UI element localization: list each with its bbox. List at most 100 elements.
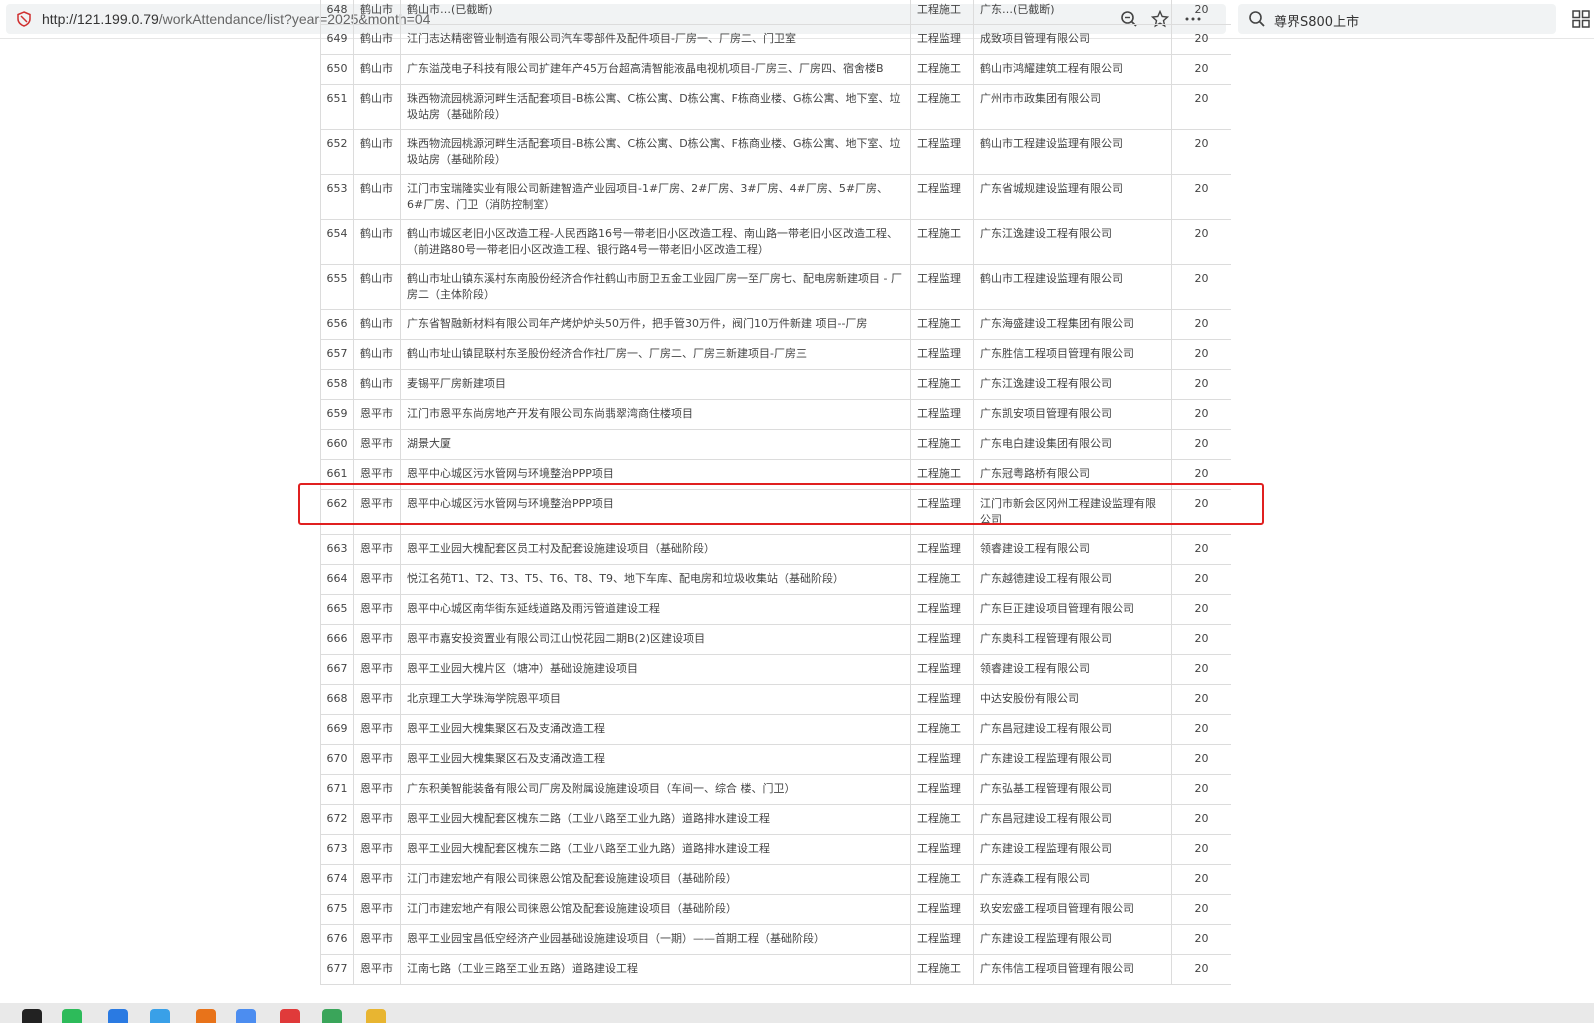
- row-number: 648: [320, 0, 354, 25]
- search-box[interactable]: 尊界S800上市: [1238, 4, 1556, 34]
- row-type: 工程施工: [910, 954, 974, 985]
- row-city: 恩平市: [353, 894, 401, 925]
- row-project: 江门市宝瑞隆实业有限公司新建智造产业园项目-1#厂房、2#厂房、3#厂房、4#厂…: [400, 174, 911, 220]
- table-row[interactable]: 657 鹤山市 鹤山市址山镇昆联村东圣股份经济合作社厂房一、厂房二、厂房三新建项目-…: [320, 339, 1231, 370]
- row-project: 江门志达精密管业制造有限公司汽车零部件及配件项目-厂房一、厂房二、门卫室: [400, 24, 911, 55]
- table-row[interactable]: 667 恩平市 恩平工业园大槐片区（塘冲）基础设施建设项目 工程监理 领睿建设工程有限公…: [320, 654, 1231, 685]
- files-red-icon[interactable]: [280, 1009, 300, 1023]
- table-row[interactable]: 677 恩平市 江南七路（工业三路至工业五路）道路建设工程 工程施工 广东伟信工程项目管…: [320, 954, 1231, 985]
- row-city: 恩平市: [353, 399, 401, 430]
- table-row[interactable]: 673 恩平市 恩平工业园大槐配套区槐东二路（工业八路至工业九路）道路排水建设工程工…: [320, 834, 1231, 865]
- wechat-icon[interactable]: [62, 1009, 82, 1023]
- row-number: 674: [320, 864, 354, 895]
- table-row[interactable]: 660 恩平市 湖景大厦 工程施工 广东电白建设集团有限公司 20: [320, 429, 1231, 460]
- apps-grid-icon[interactable]: [1572, 10, 1590, 28]
- row-city: 鹤山市: [353, 369, 401, 400]
- table-row[interactable]: 662 恩平市 恩平中心城区污水管网与环境整治PPP项目 工程监理 江门市新会区冈州工程…: [320, 489, 1231, 535]
- browser-orange-icon[interactable]: [196, 1009, 216, 1023]
- table-row[interactable]: 674 恩平市 江门市建宏地产有限公司徕恩公馆及配套设施建设项目（基础阶段） 工程施工…: [320, 864, 1231, 895]
- row-days: 20: [1171, 894, 1231, 925]
- table-row[interactable]: 670 恩平市 恩平工业园大槐集聚区石及支涌改造工程 工程监理 广东建设工程监理有限公司…: [320, 744, 1231, 775]
- row-company: 广东越德建设工程有限公司: [973, 564, 1172, 595]
- row-days: 20: [1171, 264, 1231, 310]
- table-row[interactable]: 663 恩平市 恩平工业园大槐配套区员工村及配套设施建设项目（基础阶段） 工程监理 领睿…: [320, 534, 1231, 565]
- folder-icon[interactable]: [366, 1009, 386, 1023]
- row-project: 鹤山市城区老旧小区改造工程-人民西路16号一带老旧小区改造工程、南山路一带老旧小…: [400, 219, 911, 265]
- table-row[interactable]: 656 鹤山市 广东省智融新材料有限公司年产烤炉炉头50万件，把手管30万件，阀门1…: [320, 309, 1231, 340]
- table-row[interactable]: 668 恩平市 北京理工大学珠海学院恩平项目 工程监理 中达安股份有限公司 20: [320, 684, 1231, 715]
- row-number: 658: [320, 369, 354, 400]
- table-row[interactable]: 669 恩平市 恩平工业园大槐集聚区石及支涌改造工程 工程施工 广东昌冠建设工程有限公司…: [320, 714, 1231, 745]
- row-days: 20: [1171, 174, 1231, 220]
- row-days: 20: [1171, 714, 1231, 745]
- wps-green-icon[interactable]: [322, 1009, 342, 1023]
- row-type: 工程施工: [910, 864, 974, 895]
- row-city: 恩平市: [353, 489, 401, 535]
- row-number: 673: [320, 834, 354, 865]
- row-type: 工程监理: [910, 339, 974, 370]
- row-city: 恩平市: [353, 924, 401, 955]
- row-days: 20: [1171, 24, 1231, 55]
- table-row[interactable]: 650 鹤山市 广东溢茂电子科技有限公司扩建年产45万台超高清智能液晶电视机项目-厂…: [320, 54, 1231, 85]
- search-icon[interactable]: [1248, 10, 1266, 28]
- app-icon[interactable]: [150, 1009, 170, 1023]
- row-number: 676: [320, 924, 354, 955]
- table-row[interactable]: 675 恩平市 江门市建宏地产有限公司徕恩公馆及配套设施建设项目（基础阶段） 工程监理…: [320, 894, 1231, 925]
- row-number: 651: [320, 84, 354, 130]
- qq-icon[interactable]: [22, 1009, 42, 1023]
- row-city: 恩平市: [353, 654, 401, 685]
- row-city: 恩平市: [353, 459, 401, 490]
- row-number: 677: [320, 954, 354, 985]
- row-company: 广东涟森工程有限公司: [973, 864, 1172, 895]
- search-query-text[interactable]: 尊界S800上市: [1274, 11, 1359, 30]
- table-row-partial: 648 鹤山市 鹤山市…(已截断) 工程施工 广东…(已截断) 20: [320, 0, 1231, 25]
- table-row[interactable]: 672 恩平市 恩平工业园大槐配套区槐东二路（工业八路至工业九路）道路排水建设工程工…: [320, 804, 1231, 835]
- table-row[interactable]: 661 恩平市 恩平中心城区污水管网与环境整治PPP项目 工程施工 广东冠粤路桥有限公司…: [320, 459, 1231, 490]
- row-type: 工程监理: [910, 399, 974, 430]
- table-row[interactable]: 654 鹤山市 鹤山市城区老旧小区改造工程-人民西路16号一带老旧小区改造工程、南山…: [320, 219, 1231, 265]
- row-number: 675: [320, 894, 354, 925]
- row-days: 20: [1171, 624, 1231, 655]
- row-project: 江南七路（工业三路至工业五路）道路建设工程: [400, 954, 911, 985]
- send-icon[interactable]: [108, 1009, 128, 1023]
- row-type: 工程监理: [910, 744, 974, 775]
- table-row[interactable]: 676 恩平市 恩平工业园宝昌低空经济产业园基础设施建设项目（一期）——首期工程（基…: [320, 924, 1231, 955]
- row-type: 工程监理: [910, 924, 974, 955]
- row-days: 20: [1171, 309, 1231, 340]
- table-row[interactable]: 658 鹤山市 麦锡平厂房新建项目 工程施工 广东江逸建设工程有限公司 20: [320, 369, 1231, 400]
- table-row[interactable]: 655 鹤山市 鹤山市址山镇东溪村东南股份经济合作社鹤山市厨卫五金工业园厂房一至厂房…: [320, 264, 1231, 310]
- row-days: 20: [1171, 399, 1231, 430]
- row-days: 20: [1171, 864, 1231, 895]
- table-row[interactable]: 665 恩平市 恩平中心城区南华街东延线道路及雨污管道建设工程 工程监理 广东巨正建设项…: [320, 594, 1231, 625]
- row-city: 恩平市: [353, 564, 401, 595]
- attendance-table-body: 648 鹤山市 鹤山市…(已截断) 工程施工 广东…(已截断) 20 649 鹤山…: [320, 0, 1231, 985]
- security-warning-icon[interactable]: [16, 11, 32, 27]
- row-type: 工程施工: [910, 309, 974, 340]
- table-row[interactable]: 666 恩平市 恩平市嘉安投资置业有限公司江山悦花园二期B(2)区建设项目 工程监理广…: [320, 624, 1231, 655]
- table-row[interactable]: 652 鹤山市 珠西物流园桃源河畔生活配套项目-B栋公寓、C栋公寓、D栋公寓、F栋商…: [320, 129, 1231, 175]
- table-row[interactable]: 651 鹤山市 珠西物流园桃源河畔生活配套项目-B栋公寓、C栋公寓、D栋公寓、F栋商…: [320, 84, 1231, 130]
- row-number: 670: [320, 744, 354, 775]
- table-row[interactable]: 671 恩平市 广东积美智能装备有限公司厂房及附属设施建设项目（车间一、综合 楼、门…: [320, 774, 1231, 805]
- row-city: 鹤山市: [353, 129, 401, 175]
- row-number: 663: [320, 534, 354, 565]
- row-number: 668: [320, 684, 354, 715]
- url-host: http://121.199.0.79: [42, 11, 159, 27]
- row-number: 654: [320, 219, 354, 265]
- table-row[interactable]: 664 恩平市 悦江名苑T1、T2、T3、T5、T6、T8、T9、地下车库、配电房和…: [320, 564, 1231, 595]
- row-city: 鹤山市: [353, 219, 401, 265]
- row-company: 鹤山市鸿耀建筑工程有限公司: [973, 54, 1172, 85]
- row-number: 664: [320, 564, 354, 595]
- row-city: 恩平市: [353, 744, 401, 775]
- row-type: 工程监理: [910, 489, 974, 535]
- table-row[interactable]: 659 恩平市 江门市恩平东尚房地产开发有限公司东尚翡翠湾商住楼项目 工程监理 广东凯安…: [320, 399, 1231, 430]
- browser-360-icon[interactable]: [236, 1009, 256, 1023]
- row-city: 恩平市: [353, 864, 401, 895]
- row-days: 20: [1171, 564, 1231, 595]
- row-type: 工程施工: [910, 369, 974, 400]
- row-project: 广东省智融新材料有限公司年产烤炉炉头50万件，把手管30万件，阀门10万件新建 …: [400, 309, 911, 340]
- row-number: 657: [320, 339, 354, 370]
- table-row[interactable]: 653 鹤山市 江门市宝瑞隆实业有限公司新建智造产业园项目-1#厂房、2#厂房、3#…: [320, 174, 1231, 220]
- row-project: 麦锡平厂房新建项目: [400, 369, 911, 400]
- table-row[interactable]: 649 鹤山市 江门志达精密管业制造有限公司汽车零部件及配件项目-厂房一、厂房二、门…: [320, 24, 1231, 55]
